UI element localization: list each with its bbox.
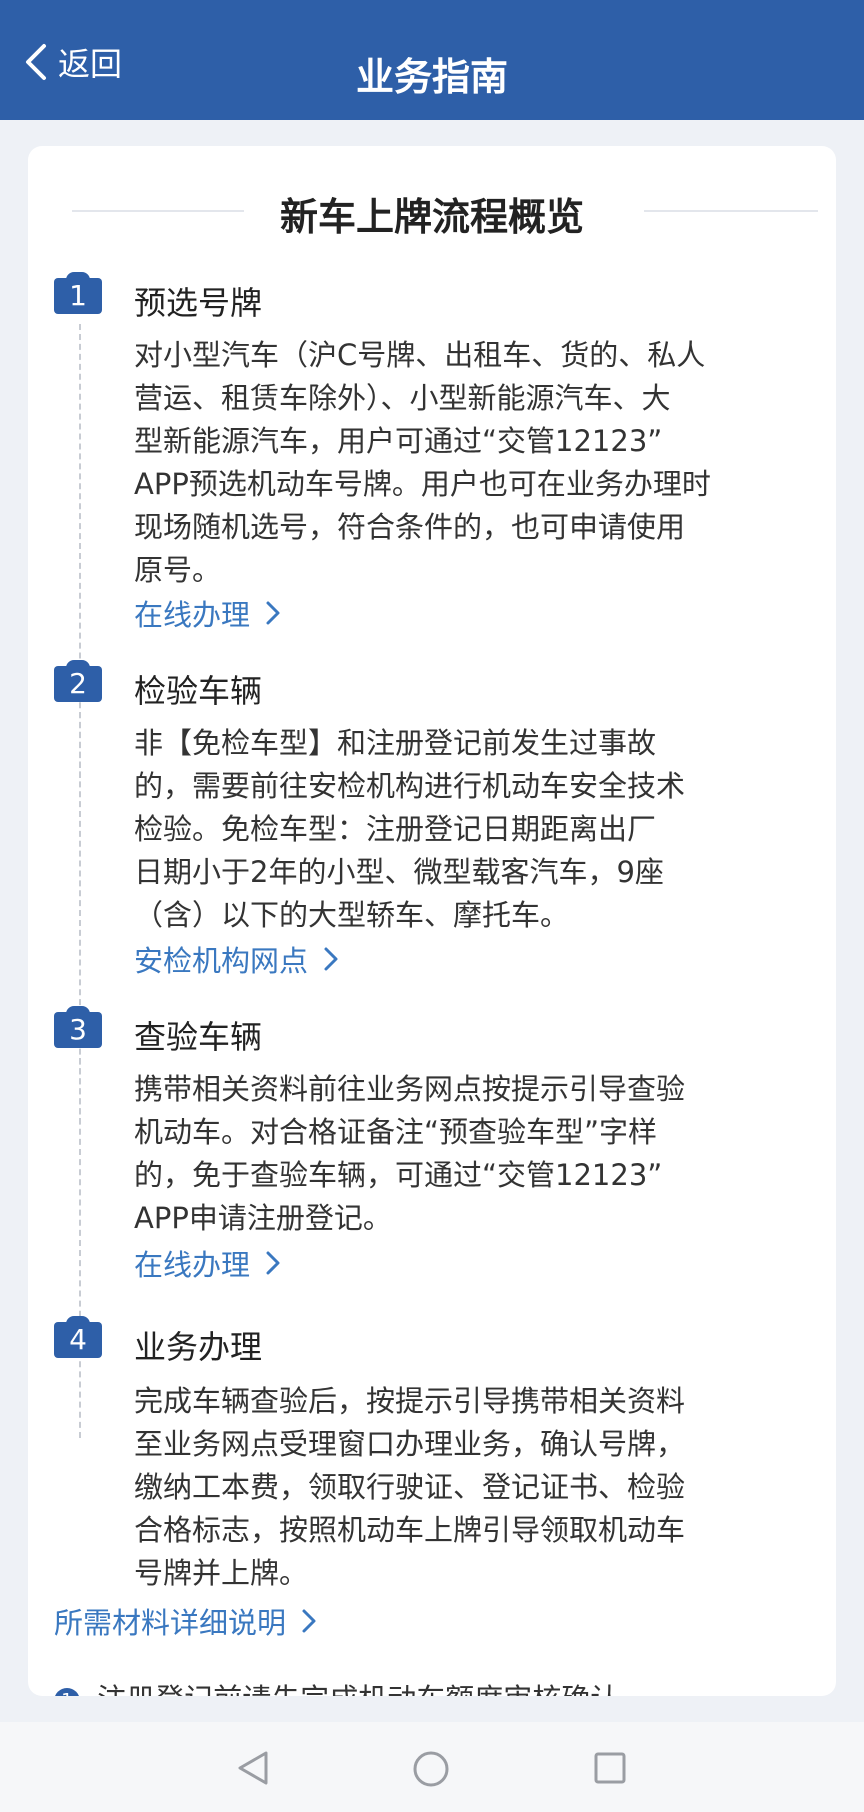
chevron-right-icon <box>302 1609 316 1633</box>
inspection-station-link[interactable]: 安检机构网点 <box>134 938 340 980</box>
circle-home-icon <box>413 1751 449 1787</box>
desc-line: 日期小于2年的小型、微型载客汽车，9座 <box>134 855 664 889</box>
step-title: 业务办理 <box>134 1328 263 1366</box>
step-number: 3 <box>54 1012 102 1048</box>
desc-line: 检验。免检车型：注册登记日期距离出厂 <box>134 812 657 846</box>
nav-back-button[interactable] <box>236 1750 270 1790</box>
step-title: 检验车辆 <box>134 672 263 710</box>
step-connector <box>79 1058 81 1438</box>
card-title: 新车上牌流程概览 <box>279 195 584 239</box>
desc-line: 携带相关资料前往业务网点按提示引导查验 <box>134 1072 686 1106</box>
step-description: 携带相关资料前往业务网点按提示引导查验 机动车。对合格证备注“预查验车型”字样 … <box>134 1068 824 1240</box>
material-item-text: 注册登记前请先完成机动车额度审核确认 <box>97 1682 619 1696</box>
desc-line: 营运、租赁车除外）、小型新能源汽车、大 <box>134 381 671 415</box>
step-number: 4 <box>54 1322 102 1358</box>
step-connector <box>79 324 81 778</box>
desc-line: 对小型汽车（沪C号牌、出租车、货的、私人 <box>134 338 706 372</box>
nav-home-button[interactable] <box>412 1750 450 1792</box>
online-process-link[interactable]: 在线办理 <box>134 1242 282 1284</box>
step-badge-2: 2 <box>54 660 102 702</box>
link-label: 在线办理 <box>134 1248 251 1282</box>
link-label: 所需材料详细说明 <box>54 1606 287 1640</box>
step-badge-1: 1 <box>54 272 102 314</box>
desc-line: 原号。 <box>134 553 222 587</box>
nav-recent-button[interactable] <box>592 1750 628 1790</box>
desc-line: 非【免检车型】和注册登记前发生过事故 <box>134 726 657 760</box>
desc-line: APP预选机动车号牌。用户也可在业务办理时 <box>134 467 711 501</box>
link-label: 在线办理 <box>134 598 251 632</box>
chevron-right-icon <box>266 601 280 625</box>
desc-line: 完成车辆查验后，按提示引导携带相关资料 <box>134 1384 686 1418</box>
step-badge-4: 4 <box>54 1316 102 1358</box>
step-number: 2 <box>54 666 102 702</box>
chevron-right-icon <box>266 1251 280 1275</box>
desc-line: 至业务网点受理窗口办理业务，确认号牌， <box>134 1427 686 1461</box>
step-description: 完成车辆查验后，按提示引导携带相关资料 至业务网点受理窗口办理业务，确认号牌， … <box>134 1380 824 1595</box>
desc-line: 缴纳工本费，领取行驶证、登记证书、检验 <box>134 1470 686 1504</box>
desc-line: 的，需要前往安检机构进行机动车安全技术 <box>134 769 686 803</box>
desc-line: 型新能源汽车，用户可通过“交管12123” <box>134 424 663 458</box>
triangle-back-icon <box>238 1751 268 1785</box>
materials-detail-link[interactable]: 所需材料详细说明 <box>54 1600 318 1642</box>
system-nav-bar <box>0 1722 864 1812</box>
desc-line: （含）以下的大型轿车、摩托车。 <box>134 898 570 932</box>
desc-line: APP申请注册登记。 <box>134 1201 392 1235</box>
desc-line: 合格标志，按照机动车上牌引导领取机动车 <box>134 1513 686 1547</box>
square-recent-icon <box>594 1752 626 1784</box>
desc-line: 现场随机选号，符合条件的，也可申请使用 <box>134 510 686 544</box>
desc-line: 的，免于查验车辆，可通过“交管12123” <box>134 1158 663 1192</box>
desc-line: 机动车。对合格证备注“预查验车型”字样 <box>134 1115 658 1149</box>
step-title: 预选号牌 <box>134 284 263 322</box>
material-item-partial: 1 注册登记前请先完成机动车额度审核确认 <box>54 1676 814 1696</box>
desc-line: 号牌并上牌。 <box>134 1556 309 1590</box>
step-badge-3: 3 <box>54 1006 102 1048</box>
guide-card: 新车上牌流程概览 1 预选号牌 对小型汽车（沪C号牌、出租车、货的、私人 营运、… <box>28 146 836 1696</box>
chevron-right-icon <box>324 947 338 971</box>
step-description: 对小型汽车（沪C号牌、出租车、货的、私人 营运、租赁车除外）、小型新能源汽车、大… <box>134 334 824 592</box>
online-process-link[interactable]: 在线办理 <box>134 592 282 634</box>
app-header: 返回 业务指南 <box>0 0 864 120</box>
step-description: 非【免检车型】和注册登记前发生过事故 的，需要前往安检机构进行机动车安全技术 检… <box>134 722 824 937</box>
page-title: 业务指南 <box>355 55 508 99</box>
step-title: 查验车辆 <box>134 1018 263 1056</box>
step-number: 1 <box>54 278 102 314</box>
item-number-badge: 1 <box>54 1688 80 1696</box>
link-label: 安检机构网点 <box>134 944 309 978</box>
